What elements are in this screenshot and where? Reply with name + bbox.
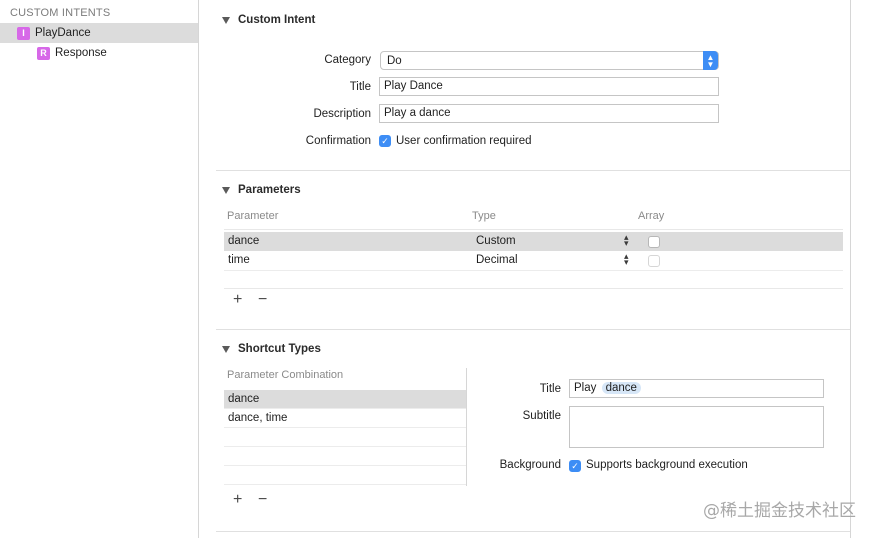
section-shortcut-types[interactable]: Shortcut Types [222,343,321,355]
sidebar-header: CUSTOM INTENTS [10,7,111,19]
intent-icon: I [17,26,30,40]
category-label: Category [324,54,371,66]
divider [216,531,851,532]
combination-label: dance, time [228,412,288,424]
array-checkbox[interactable] [648,236,660,248]
add-combination-button[interactable]: + [233,492,242,508]
add-parameter-button[interactable]: + [233,292,242,308]
background-checkbox[interactable]: ✓ [569,460,581,472]
divider [216,170,851,171]
table-row[interactable]: dance Custom ▴ ▾ [224,232,843,251]
parameter-name[interactable]: time [228,254,250,266]
disclosure-triangle-icon[interactable] [222,345,230,353]
disclosure-triangle-icon[interactable] [222,16,230,24]
checkmark-icon: ✓ [381,135,389,146]
subtitle-label: Subtitle [522,410,561,422]
subtitle-field[interactable] [569,406,824,448]
checkmark-icon: ✓ [571,460,579,471]
section-title: Parameters [238,184,301,196]
confirmation-checkbox[interactable]: ✓ [379,135,391,147]
parameter-token[interactable]: dance [601,382,641,394]
section-title: Custom Intent [238,14,316,26]
divider [224,229,843,230]
table-row[interactable]: time Decimal ▴ ▾ [224,251,843,270]
popup-arrows-icon: ▲ ▼ [703,51,718,70]
title-label: Title [349,81,371,93]
list-item-empty [224,428,466,447]
section-custom-intent[interactable]: Custom Intent [222,14,315,26]
category-popup[interactable]: Do ▲ ▼ [380,51,719,70]
column-header-array[interactable]: Array [638,210,664,222]
description-field[interactable]: Play a dance [379,104,719,123]
remove-parameter-button[interactable]: − [258,292,267,308]
divider [224,288,843,289]
column-header-parameter[interactable]: Parameter [227,210,278,222]
type-popup-arrows-icon[interactable]: ▴ ▾ [624,233,629,248]
shortcut-title-label: Title [539,383,561,395]
array-checkbox [648,255,660,267]
title-field[interactable]: Play Dance [379,77,719,96]
parameter-name[interactable]: dance [228,235,259,247]
confirmation-label: Confirmation [305,135,371,147]
section-title: Shortcut Types [238,343,321,355]
divider [224,270,843,271]
watermark: @稀土掘金技术社区 [703,501,856,521]
disclosure-triangle-icon[interactable] [222,186,230,194]
remove-combination-button[interactable]: − [258,492,267,508]
sidebar-item-playdance[interactable]: I PlayDance [0,23,198,43]
sidebar-item-response[interactable]: R Response [0,43,198,63]
intent-editor: Custom Intent Category Do ▲ ▼ Title Play … [200,0,872,538]
title-prefix-text: Play [574,382,597,394]
sidebar: CUSTOM INTENTS I PlayDance R Response [0,0,199,538]
background-label: Background [499,459,561,471]
description-label: Description [313,108,371,120]
type-popup-arrows-icon[interactable]: ▴ ▾ [624,252,629,267]
parameter-type[interactable]: Decimal [476,254,518,266]
shortcut-title-field[interactable]: Play dance [569,379,824,398]
parameter-type[interactable]: Custom [476,235,516,247]
divider [216,329,851,330]
combination-label: dance [228,393,260,405]
confirmation-text: User confirmation required [396,135,532,147]
column-header-type[interactable]: Type [472,210,496,222]
column-header-combination: Parameter Combination [227,369,344,381]
category-value: Do [387,54,402,67]
background-text: Supports background execution [586,459,748,471]
scroll-edge [850,0,851,538]
sidebar-item-label: PlayDance [35,27,91,39]
response-icon: R [37,46,50,60]
sidebar-item-label: Response [55,47,107,59]
section-parameters[interactable]: Parameters [222,184,301,196]
